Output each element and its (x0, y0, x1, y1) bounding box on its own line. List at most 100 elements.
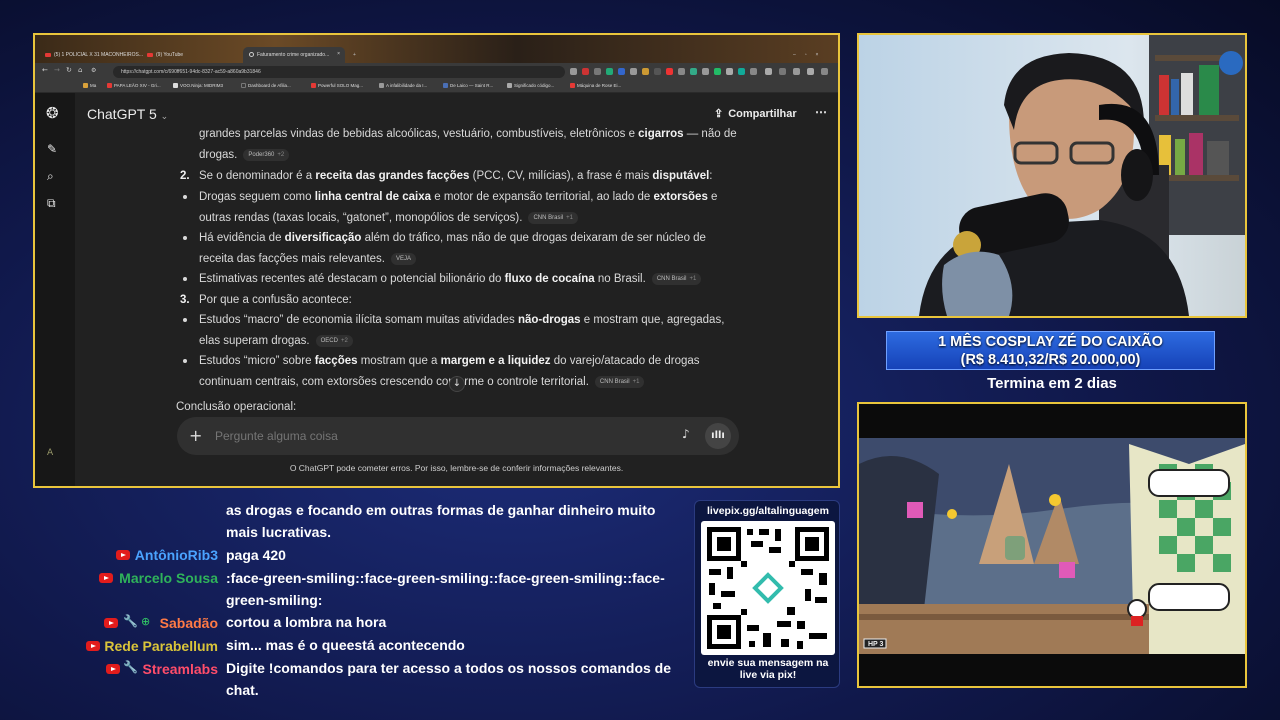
source-chip[interactable]: CNN Brasil +1 (594, 375, 645, 388)
extension-icon[interactable] (678, 68, 685, 75)
extension-icon[interactable] (582, 68, 589, 75)
more-options-icon[interactable]: ⋯ (815, 105, 827, 119)
extension-icon[interactable] (642, 68, 649, 75)
source-chip[interactable]: VEJA (391, 252, 417, 265)
close-tab-icon[interactable]: × (337, 51, 340, 57)
chat-username[interactable]: Sabadão (160, 615, 218, 631)
home-icon[interactable]: ⌂ (78, 66, 82, 74)
youtube-badge-icon (104, 618, 118, 628)
source-chip[interactable]: OECD +2 (315, 334, 353, 347)
extension-icon[interactable] (618, 68, 625, 75)
bookmark[interactable]: Máquina de Rose Ei... (570, 83, 621, 89)
source-chip[interactable]: CNN Brasil +1 (651, 272, 702, 285)
browser-capture: (5) 1 POLICIAL X 31 MACONHEIROS... (9) Y… (33, 33, 840, 488)
goal-progress: (R$ 8.410,32/R$ 20.000,00) (960, 352, 1141, 368)
youtube-badge-icon (106, 664, 120, 674)
browser-tab-active[interactable]: Faturamento crime organizado... × (243, 47, 345, 63)
list-number: 3. (180, 294, 190, 306)
source-chip[interactable]: Poder360 +2 (243, 148, 290, 161)
extension-icon[interactable] (738, 68, 745, 75)
zoom-icon[interactable] (570, 68, 577, 75)
message-line: grandes parcelas vindas de bebidas alcoó… (199, 128, 737, 140)
chatgpt-sidebar: ❂ ✎ ⌕ ⧉ A (35, 93, 75, 486)
hp-indicator: HP 3 (868, 641, 884, 648)
extension-icon[interactable] (594, 68, 601, 75)
webcam-feed (857, 33, 1247, 318)
extension-icon[interactable] (630, 68, 637, 75)
avatar[interactable]: A (47, 448, 53, 458)
chat-username[interactable]: Marcelo Sousa (119, 570, 218, 586)
bullet (183, 359, 187, 363)
chatgpt-favicon-icon (249, 52, 254, 58)
extension-icon[interactable] (666, 68, 673, 75)
address-bar[interactable]: https://chatgpt.com/c/690ff651-94dc-8327… (113, 66, 565, 78)
google-icon (507, 83, 512, 89)
download-icon[interactable] (793, 68, 800, 75)
source-chip[interactable]: CNN Brasil +1 (528, 211, 578, 224)
search-icon[interactable]: ⌕ (47, 169, 54, 184)
chat-username[interactable]: AntônioRib3 (135, 547, 218, 563)
chat-message: as drogas e focando em outras formas de … (226, 502, 656, 540)
bookmark[interactable]: Significado código... (507, 83, 554, 89)
message-line: Drogas seguem como linha central de caix… (199, 191, 718, 203)
bookmark[interactable]: Ma (83, 83, 96, 89)
library-icon[interactable]: ⧉ (47, 196, 56, 211)
reload-icon[interactable]: ↻ (66, 66, 72, 74)
message-line: receita das facções mais relevantes. VEJA (199, 249, 417, 270)
openai-logo-icon[interactable]: ❂ (46, 104, 59, 122)
site-icon (379, 83, 384, 89)
browser-tab[interactable]: (5) 1 POLICIAL X 31 MACONHEIROS... (39, 47, 149, 63)
youtube-badge-icon (99, 573, 113, 583)
composer: + ♪ ıllı (177, 417, 739, 455)
microphone-icon[interactable]: ♪ (682, 427, 690, 441)
bullet (183, 318, 187, 322)
youtube-icon (147, 52, 153, 57)
youtube-badge-icon (116, 550, 130, 560)
cuphead-gameplay-image: HP 3 (859, 404, 1245, 686)
youtube-icon (311, 83, 316, 89)
share-button[interactable]: ⇪ Compartilhar (714, 107, 797, 120)
scroll-down-button[interactable]: ↓ (449, 376, 465, 392)
bookmark[interactable]: De Laico — Saint R... (443, 83, 493, 89)
bookmark[interactable]: VOO.Ninja: MIDRIM3 (173, 83, 223, 89)
back-icon[interactable]: ← (42, 66, 48, 74)
streamer-webcam-image (859, 35, 1245, 316)
extension-icon[interactable] (750, 68, 757, 75)
window-controls[interactable]: –▫× (787, 47, 833, 63)
bookmark[interactable]: A infalibilidade da I... (379, 83, 427, 89)
puzzle-icon[interactable] (765, 68, 772, 75)
chat-username[interactable]: Streamlabs (143, 661, 218, 677)
youtube-badge-icon (86, 641, 100, 651)
extension-icon[interactable] (702, 68, 709, 75)
new-chat-icon[interactable]: ✎ (47, 142, 57, 156)
extension-icon[interactable] (690, 68, 697, 75)
wrench-icon: 🔧 (123, 660, 138, 674)
model-selector[interactable]: ChatGPT 5 ⌄ (87, 106, 168, 122)
game-capture: HP 3 (857, 402, 1247, 688)
sidepanel-icon[interactable] (779, 68, 786, 75)
pix-qr-panel: livepix.gg/altalinguagem envie sua mensa… (694, 500, 840, 688)
goal-title: 1 MÊS COSPLAY ZÉ DO CAIXÃO (938, 334, 1163, 350)
bookmark[interactable]: Powerful SOLO Mag... (311, 83, 363, 89)
qr-code[interactable] (701, 521, 835, 655)
new-tab-button[interactable]: + (347, 47, 362, 63)
extension-icon[interactable] (726, 68, 733, 75)
extension-icon[interactable] (714, 68, 721, 75)
attach-plus-icon[interactable]: + (189, 426, 202, 445)
extension-icon[interactable] (606, 68, 613, 75)
wrench-icon: 🔧 (123, 614, 138, 628)
voice-mode-icon[interactable]: ıllı (705, 423, 731, 449)
profile-icon[interactable] (807, 68, 814, 75)
message-line: Estudos “macro” de economia ilícita soma… (199, 314, 725, 326)
browser-tab[interactable]: (9) YouTube (141, 47, 189, 63)
bookmark[interactable]: Dashboard de Afilia... (241, 83, 291, 89)
site-info-icon[interactable]: ⚙ (91, 67, 96, 74)
chat-username[interactable]: Rede Parabellum (104, 638, 218, 654)
bookmark[interactable]: PAPA LEÃO XIV - Gri... (107, 83, 161, 89)
goal-deadline: Termina em 2 dias (987, 375, 1117, 392)
extension-icon[interactable] (654, 68, 661, 75)
menu-dots-icon[interactable] (821, 68, 828, 75)
prompt-input[interactable] (215, 427, 655, 445)
forward-icon[interactable]: → (54, 66, 60, 74)
youtube-icon (45, 52, 51, 57)
